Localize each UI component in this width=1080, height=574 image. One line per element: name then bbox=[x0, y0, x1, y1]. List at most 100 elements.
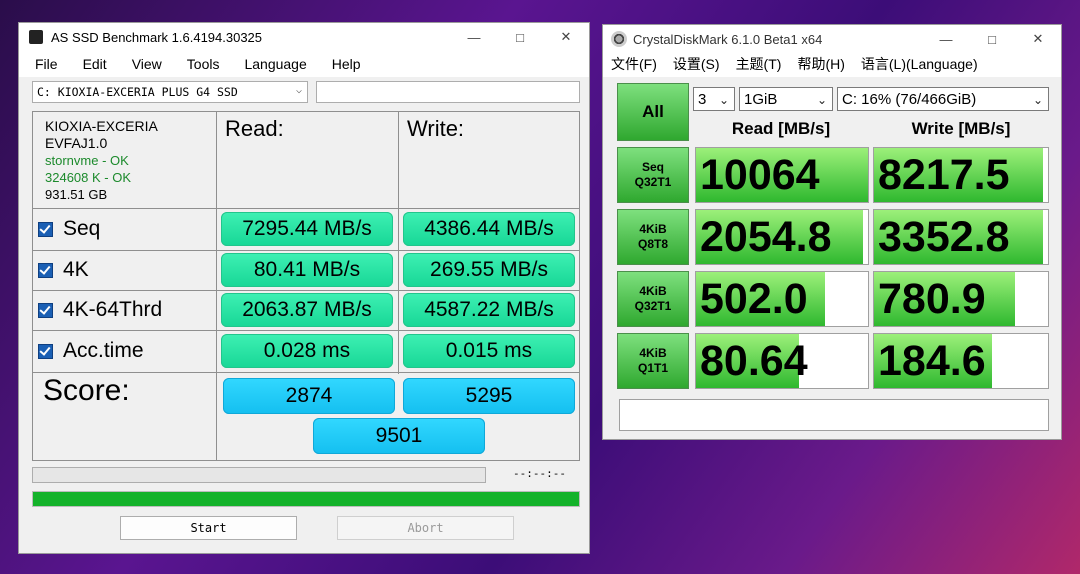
menu-settings[interactable]: 设置(S) bbox=[673, 54, 736, 74]
4k-write-value: 269.55 MB/s bbox=[403, 253, 575, 287]
result-read-4kib-q32t1: 502.0 bbox=[695, 271, 869, 327]
drive-select[interactable]: C: KIOXIA-EXCERIA PLUS G4 SSD ⌵ bbox=[32, 81, 308, 103]
result-value: 3352.8 bbox=[878, 212, 1010, 261]
all-button[interactable]: All bbox=[617, 83, 689, 141]
start-button[interactable]: Start bbox=[120, 516, 297, 540]
result-read-4kib-q1t1: 80.64 bbox=[695, 333, 869, 389]
menu-edit[interactable]: Edit bbox=[83, 56, 132, 72]
4k-64thrd-write-value: 4587.22 MB/s bbox=[403, 293, 575, 327]
as-ssd-app-icon bbox=[29, 30, 43, 44]
score-label: Score: bbox=[43, 374, 130, 407]
test-name: 4KiB bbox=[639, 284, 667, 298]
close-icon[interactable]: ✕ bbox=[1015, 25, 1061, 53]
seq-write-value: 4386.44 MB/s bbox=[403, 212, 575, 246]
menu-help[interactable]: 帮助(H) bbox=[797, 54, 860, 74]
result-value: 80.64 bbox=[700, 336, 808, 385]
row-label: Acc.time bbox=[63, 339, 144, 362]
drive-select[interactable]: C: 16% (76/466GiB) ⌄ bbox=[837, 87, 1049, 111]
score-write: 5295 bbox=[403, 378, 575, 414]
acc-time-write-value: 0.015 ms bbox=[403, 334, 575, 368]
disk-icon bbox=[611, 31, 627, 47]
menu-tools[interactable]: Tools bbox=[187, 56, 245, 72]
size-value: 1GiB bbox=[744, 90, 778, 108]
write-header: Write: bbox=[407, 116, 465, 141]
test-button-4kib-q1t1[interactable]: 4KiB Q1T1 bbox=[617, 333, 689, 389]
test-name: 4KiB bbox=[639, 346, 667, 360]
result-read-4kib-q8t8: 2054.8 bbox=[695, 209, 869, 265]
comment-input[interactable] bbox=[619, 399, 1049, 431]
menu-help[interactable]: Help bbox=[332, 56, 386, 72]
4k-64thrd-read-value: 2063.87 MB/s bbox=[221, 293, 393, 327]
menu-theme[interactable]: 主题(T) bbox=[736, 54, 798, 74]
progress-fill bbox=[33, 492, 579, 506]
results-grid: KIOXIA-EXCERIA EVFAJ1.0 stornvme - OK 32… bbox=[32, 111, 580, 461]
result-read-seq-q32t1: 10064 bbox=[695, 147, 869, 203]
test-button-4kib-q8t8[interactable]: 4KiB Q8T8 bbox=[617, 209, 689, 265]
result-value: 780.9 bbox=[878, 274, 986, 323]
4k-64thrd-checkbox[interactable] bbox=[38, 302, 53, 318]
result-value: 8217.5 bbox=[878, 150, 1010, 199]
drive-select-value: C: KIOXIA-EXCERIA PLUS G4 SSD bbox=[37, 85, 238, 99]
result-value: 2054.8 bbox=[700, 212, 832, 261]
drive-info-box bbox=[316, 81, 580, 103]
row-label: 4K-64Thrd bbox=[63, 298, 163, 321]
driver-status: stornvme - OK bbox=[45, 153, 129, 168]
cdm-window: CrystalDiskMark 6.1.0 Beta1 x64 — □ ✕ 文件… bbox=[602, 24, 1062, 440]
read-header: Read [MB/s] bbox=[731, 119, 831, 138]
close-icon[interactable]: ✕ bbox=[543, 23, 589, 51]
size-select[interactable]: 1GiB ⌄ bbox=[739, 87, 833, 111]
test-button-4kib-q32t1[interactable]: 4KiB Q32T1 bbox=[617, 271, 689, 327]
result-write-4kib-q32t1: 780.9 bbox=[873, 271, 1049, 327]
seq-checkbox[interactable] bbox=[38, 221, 53, 237]
row-4k[interactable]: 4K bbox=[33, 250, 89, 290]
test-queue: Q32T1 bbox=[634, 175, 672, 189]
4k-read-value: 80.41 MB/s bbox=[221, 253, 393, 287]
as-ssd-menubar: File Edit View Tools Language Help bbox=[19, 51, 589, 77]
abort-button[interactable]: Abort bbox=[337, 516, 514, 540]
chevron-down-icon: ⌄ bbox=[1032, 93, 1043, 107]
test-queue: Q8T8 bbox=[637, 237, 668, 251]
alignment-status: 324608 K - OK bbox=[45, 170, 131, 185]
test-button-seq-q32t1[interactable]: Seq Q32T1 bbox=[617, 147, 689, 203]
drive-info: KIOXIA-EXCERIA EVFAJ1.0 stornvme - OK 32… bbox=[45, 118, 158, 203]
result-write-4kib-q8t8: 3352.8 bbox=[873, 209, 1049, 265]
chevron-down-icon: ⌵ bbox=[295, 85, 302, 96]
menu-file[interactable]: 文件(F) bbox=[611, 54, 673, 74]
row-4k-64thrd[interactable]: 4K-64Thrd bbox=[33, 290, 162, 330]
result-value: 10064 bbox=[700, 150, 820, 199]
progress-bar bbox=[32, 491, 580, 507]
result-write-seq-q32t1: 8217.5 bbox=[873, 147, 1049, 203]
result-value: 502.0 bbox=[700, 274, 808, 323]
maximize-icon[interactable]: □ bbox=[969, 25, 1015, 53]
4k-checkbox[interactable] bbox=[38, 262, 53, 278]
drive-model: KIOXIA-EXCERIA bbox=[45, 118, 158, 134]
menu-language[interactable]: Language bbox=[244, 56, 331, 72]
acc-time-checkbox[interactable] bbox=[38, 343, 53, 359]
status-bar bbox=[32, 467, 486, 483]
drive-value: C: 16% (76/466GiB) bbox=[842, 90, 977, 108]
count-value: 3 bbox=[698, 90, 707, 108]
drive-size: 931.51 GB bbox=[45, 187, 108, 202]
seq-read-value: 7295.44 MB/s bbox=[221, 212, 393, 246]
maximize-icon[interactable]: □ bbox=[497, 23, 543, 51]
row-acc-time[interactable]: Acc.time bbox=[33, 330, 144, 372]
row-seq[interactable]: Seq bbox=[33, 208, 100, 250]
minimize-icon[interactable]: — bbox=[923, 25, 969, 53]
test-name: Seq bbox=[641, 160, 664, 174]
minimize-icon[interactable]: — bbox=[451, 23, 497, 51]
menu-view[interactable]: View bbox=[132, 56, 187, 72]
acc-time-read-value: 0.028 ms bbox=[221, 334, 393, 368]
test-name: 4KiB bbox=[639, 222, 667, 236]
count-select[interactable]: 3 ⌄ bbox=[693, 87, 735, 111]
menu-language[interactable]: 语言(L)(Language) bbox=[861, 54, 994, 74]
as-ssd-window: AS SSD Benchmark 1.6.4194.30325 — □ ✕ Fi… bbox=[18, 22, 590, 554]
time-display: --:--:-- bbox=[513, 467, 566, 480]
drive-firmware: EVFAJ1.0 bbox=[45, 135, 108, 151]
menu-file[interactable]: File bbox=[35, 56, 83, 72]
result-value: 184.6 bbox=[878, 336, 986, 385]
score-total: 9501 bbox=[313, 418, 485, 454]
chevron-down-icon: ⌄ bbox=[816, 93, 827, 107]
write-header: Write [MB/s] bbox=[911, 119, 1011, 138]
test-queue: Q32T1 bbox=[634, 299, 672, 313]
cdm-body: All 3 ⌄ 1GiB ⌄ C: 16% (76/466GiB) ⌄ Read… bbox=[603, 77, 1061, 439]
